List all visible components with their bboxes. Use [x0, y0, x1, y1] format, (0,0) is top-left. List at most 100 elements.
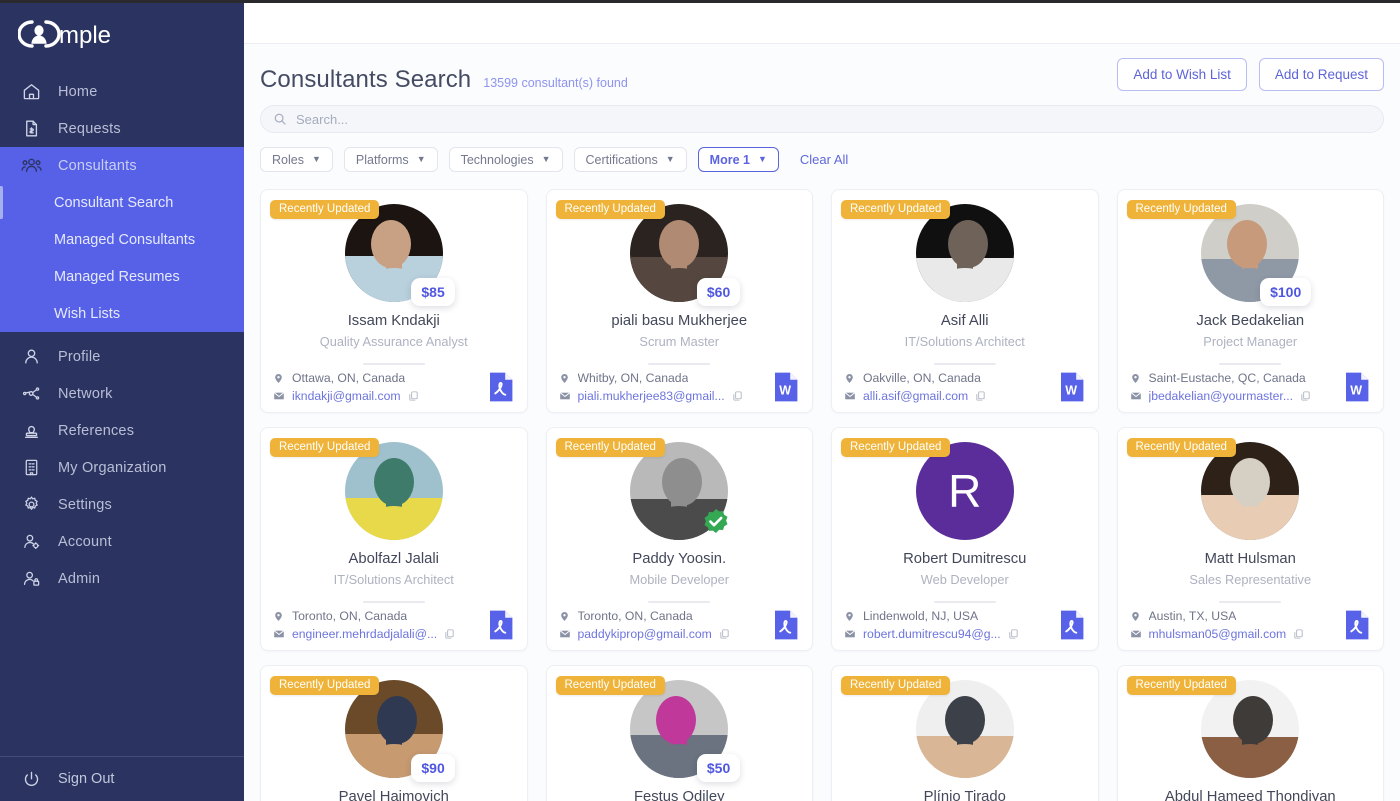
word-document-icon[interactable]: W: [1343, 371, 1371, 403]
consultant-name[interactable]: Matt Hulsman: [1118, 551, 1384, 567]
consultant-card[interactable]: Recently Updated $100 Jack Bedakelian Proje…: [1116, 189, 1384, 413]
card-divider: [648, 363, 711, 365]
copy-icon[interactable]: [1008, 628, 1019, 640]
pdf-document-icon[interactable]: [487, 609, 515, 641]
sidebar-item-references[interactable]: References: [0, 412, 244, 449]
sidebar-item-consultant-search[interactable]: Consultant Search: [0, 184, 244, 221]
filter-technologies[interactable]: Technologies ▼: [448, 147, 563, 172]
pdf-document-icon[interactable]: [1058, 609, 1086, 641]
email-text[interactable]: mhulsman05@gmail.com: [1149, 627, 1287, 641]
consultant-name[interactable]: Jack Bedakelian: [1118, 313, 1384, 329]
pdf-document-icon[interactable]: [487, 371, 515, 403]
consultant-email[interactable]: robert.dumitrescu94@g...: [844, 627, 1050, 641]
sidebar-item-network[interactable]: Network: [0, 375, 244, 412]
consultant-card[interactable]: Recently Updated $60 piali basu Mukherjee S…: [545, 189, 813, 413]
consultant-name[interactable]: Abdul Hameed Thondiyan: [1118, 789, 1384, 801]
filter-label: More 1: [709, 152, 750, 167]
word-document-icon[interactable]: W: [1058, 371, 1086, 403]
consultant-location: Saint-Eustache, QC, Canada: [1130, 371, 1336, 385]
pdf-document-icon[interactable]: [1343, 609, 1371, 641]
sidebar-item-home[interactable]: Home: [0, 73, 244, 110]
search-input[interactable]: [296, 111, 1371, 127]
sidebar-item-label: Home: [58, 83, 98, 100]
copy-icon[interactable]: [444, 628, 455, 640]
location-text: Ottawa, ON, Canada: [292, 371, 406, 385]
clear-all-button[interactable]: Clear All: [800, 152, 848, 167]
copy-icon[interactable]: [975, 390, 986, 402]
card-footer: Lindenwold, NJ, USA robert.dumitrescu94@g…: [832, 605, 1098, 641]
card-footer: Ottawa, ON, Canada ikndakji@gmail.com: [261, 367, 527, 403]
consultant-name[interactable]: Plínio Tirado: [832, 789, 1098, 801]
sidebar-item-account[interactable]: Account: [0, 523, 244, 560]
consultant-card[interactable]: Recently Updated Abolfazl Jalali IT/Soluti…: [260, 427, 528, 651]
card-footer: Austin, TX, USA mhulsman05@gmail.com: [1118, 605, 1384, 641]
consultant-name[interactable]: Pavel Haimovich: [261, 789, 527, 801]
copy-icon[interactable]: [408, 390, 419, 402]
sidebar-item-profile[interactable]: Profile: [0, 338, 244, 375]
brand-logo[interactable]: mple: [0, 3, 244, 65]
sign-out-button[interactable]: Sign Out: [0, 757, 244, 801]
consultant-card[interactable]: Recently Updated $50 Festus Odiley: [545, 665, 813, 801]
consultant-card[interactable]: Recently Updated Matt Hulsman Sales Repres…: [1116, 427, 1384, 651]
email-text[interactable]: engineer.mehrdadjalali@...: [292, 627, 437, 641]
consultant-name[interactable]: Issam Kndakji: [261, 313, 527, 329]
consultant-email[interactable]: ikndakji@gmail.com: [273, 389, 479, 403]
copy-icon[interactable]: [1300, 390, 1311, 402]
sidebar-item-settings[interactable]: Settings: [0, 486, 244, 523]
consultant-name[interactable]: Paddy Yoosin.: [547, 551, 813, 567]
sidebar-item-managed-resumes[interactable]: Managed Resumes: [0, 258, 244, 295]
sidebar-item-consultants[interactable]: Consultants: [0, 147, 244, 184]
consultant-name[interactable]: Robert Dumitrescu: [832, 551, 1098, 567]
consultant-name[interactable]: Festus Odiley: [547, 789, 813, 801]
consultant-card[interactable]: Recently Updated R Robert Dumitrescu Web De…: [831, 427, 1099, 651]
page-content: Consultants Search 13599 consultant(s) f…: [244, 44, 1400, 801]
chevron-down-icon: ▼: [416, 154, 426, 164]
email-text[interactable]: piali.mukherjee83@gmail...: [578, 389, 725, 403]
consultant-email[interactable]: paddykiprop@gmail.com: [559, 627, 765, 641]
filter-certifications[interactable]: Certifications ▼: [573, 147, 687, 172]
logo-icon: mple: [18, 17, 126, 51]
consultant-card[interactable]: Recently Updated Paddy Yoosin. Mobile Deve…: [545, 427, 813, 651]
pdf-document-icon[interactable]: [772, 609, 800, 641]
chevron-down-icon: ▼: [757, 154, 767, 164]
consultant-email[interactable]: jbedakelian@yourmaster...: [1130, 389, 1336, 403]
consultant-name[interactable]: Asif Alli: [832, 313, 1098, 329]
email-text[interactable]: alli.asif@gmail.com: [863, 389, 968, 403]
copy-icon[interactable]: [1293, 628, 1304, 640]
consultant-card[interactable]: Recently Updated $85 Issam Kndakji Quality …: [260, 189, 528, 413]
email-text[interactable]: robert.dumitrescu94@g...: [863, 627, 1001, 641]
consultant-card[interactable]: Recently Updated Plínio Tirado: [831, 665, 1099, 801]
sidebar-item-requests[interactable]: Requests: [0, 110, 244, 147]
add-to-wish-list-button[interactable]: Add to Wish List: [1117, 58, 1247, 91]
location-pin-icon: [844, 371, 856, 385]
consultant-email[interactable]: alli.asif@gmail.com: [844, 389, 1050, 403]
consultant-email[interactable]: engineer.mehrdadjalali@...: [273, 627, 479, 641]
sidebar-item-admin[interactable]: Admin: [0, 560, 244, 597]
sidebar-item-label: My Organization: [58, 459, 167, 476]
consultant-card[interactable]: Recently Updated Asif Alli IT/Solutions Ar…: [831, 189, 1099, 413]
search-box[interactable]: [260, 105, 1384, 133]
email-icon: [844, 627, 856, 641]
consultant-card[interactable]: Recently Updated Abdul Hameed Thondiyan: [1116, 665, 1384, 801]
filter-roles[interactable]: Roles ▼: [260, 147, 333, 172]
copy-icon[interactable]: [732, 390, 743, 402]
email-text[interactable]: ikndakji@gmail.com: [292, 389, 401, 403]
sidebar-item-managed-consultants[interactable]: Managed Consultants: [0, 221, 244, 258]
email-text[interactable]: jbedakelian@yourmaster...: [1149, 389, 1293, 403]
filter-platforms[interactable]: Platforms ▼: [343, 147, 438, 172]
copy-icon[interactable]: [719, 628, 730, 640]
consultant-name[interactable]: Abolfazl Jalali: [261, 551, 527, 567]
sidebar-item-my-organization[interactable]: My Organization: [0, 449, 244, 486]
consultant-email[interactable]: piali.mukherjee83@gmail...: [559, 389, 765, 403]
user-lock-icon: [20, 568, 42, 590]
consultant-card[interactable]: Recently Updated $90 Pavel Haimovich: [260, 665, 528, 801]
email-text[interactable]: paddykiprop@gmail.com: [578, 627, 712, 641]
card-footer-lines: Toronto, ON, Canada paddykiprop@gmail.com: [559, 605, 765, 641]
location-text: Oakville, ON, Canada: [863, 371, 981, 385]
sidebar-item-wish-lists[interactable]: Wish Lists: [0, 295, 244, 332]
consultant-email[interactable]: mhulsman05@gmail.com: [1130, 627, 1336, 641]
add-to-request-button[interactable]: Add to Request: [1258, 58, 1384, 91]
word-document-icon[interactable]: W: [772, 371, 800, 403]
consultant-name[interactable]: piali basu Mukherjee: [547, 313, 813, 329]
filter-more[interactable]: More 1 ▼: [697, 147, 779, 172]
